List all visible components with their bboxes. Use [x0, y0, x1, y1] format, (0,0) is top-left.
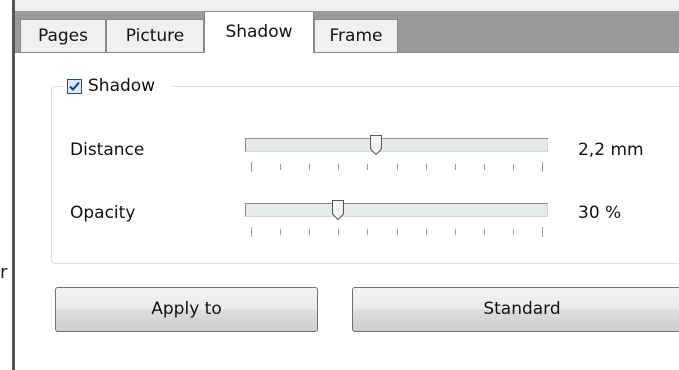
distance-value: 2,2 mm [578, 140, 644, 160]
slider-tick [309, 229, 310, 235]
slider-tick [309, 164, 310, 170]
opacity-label: Opacity [70, 203, 136, 223]
slider-tick [280, 229, 281, 235]
shadow-checkbox[interactable] [67, 78, 82, 94]
distance-label: Distance [70, 140, 145, 160]
slider-tick [426, 229, 427, 235]
standard-button[interactable]: Standard [352, 287, 679, 332]
slider-tick [513, 229, 514, 235]
slider-tick [484, 229, 485, 235]
slider-tick [338, 229, 339, 235]
slider-tick [542, 162, 543, 172]
distance-slider-thumb[interactable] [370, 135, 382, 155]
opacity-value: 30 % [578, 203, 622, 223]
slider-tick [513, 164, 514, 170]
distance-slider-track[interactable] [245, 138, 548, 152]
left-letter-fragment: r [0, 262, 8, 283]
slider-tick [251, 227, 252, 237]
slider-tick [484, 164, 485, 170]
slider-tick [455, 229, 456, 235]
slider-tick [426, 164, 427, 170]
left-edge-fragment: “ r [0, 0, 12, 370]
checkmark-icon [69, 81, 80, 91]
slider-tick [455, 164, 456, 170]
slider-tick [367, 164, 368, 170]
slider-tick [397, 164, 398, 170]
slider-tick [251, 162, 252, 172]
apply-to-button[interactable]: Apply to [55, 287, 318, 332]
slider-tick [367, 229, 368, 235]
tab-frame[interactable]: Frame [314, 19, 398, 52]
tab-shadow[interactable]: Shadow [204, 11, 314, 53]
distance-slider[interactable] [245, 135, 548, 182]
opacity-slider[interactable] [245, 200, 548, 247]
slider-tick [338, 164, 339, 170]
shadow-checkbox-row[interactable]: Shadow [63, 73, 174, 99]
slider-tick [542, 227, 543, 237]
left-quote-fragment: “ [0, 0, 8, 9]
shadow-checkbox-label: Shadow [88, 76, 156, 96]
opacity-slider-track[interactable] [245, 203, 548, 217]
tab-picture[interactable]: Picture [106, 19, 204, 52]
shadow-dialog: Pages Picture Shadow Frame Shadow Distan… [12, 0, 679, 370]
slider-tick [280, 164, 281, 170]
tab-pages[interactable]: Pages [20, 19, 106, 52]
tab-bar: Pages Picture Shadow Frame [15, 11, 679, 53]
opacity-slider-thumb[interactable] [332, 200, 344, 220]
slider-tick [397, 229, 398, 235]
